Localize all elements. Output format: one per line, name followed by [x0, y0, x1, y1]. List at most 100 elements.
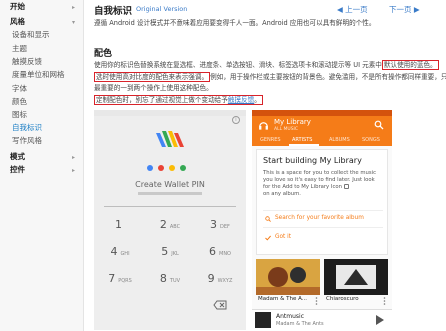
key-letters: DEF: [220, 224, 230, 230]
pin-input-line[interactable]: [104, 206, 236, 207]
key-letters: GHI: [120, 251, 130, 257]
headphones-icon[interactable]: [258, 120, 269, 131]
key-content: 9 WXYZ: [208, 272, 233, 285]
key-content: 1: [115, 218, 125, 231]
album-tile-label: Madam & The A...: [258, 296, 308, 302]
now-playing-bar[interactable]: Antmusic Madam & The Ants: [252, 309, 392, 330]
album-tile[interactable]: Madam & The A...: [256, 259, 320, 305]
more-vert-icon[interactable]: [383, 297, 386, 305]
sidebar-item-label: 设备和显示: [12, 30, 50, 39]
tab-albums[interactable]: ALBUMS: [329, 137, 350, 143]
play-icon[interactable]: [376, 315, 384, 325]
keypad-key[interactable]: 6 MNO: [195, 239, 245, 265]
card-title: Start building My Library: [263, 156, 362, 165]
para2-b: 。: [254, 96, 261, 104]
album-art: [256, 259, 320, 295]
now-playing-artist: Madam & The Ants: [276, 321, 324, 327]
sidebar-item[interactable]: 风格: [10, 17, 25, 27]
music-subtitle[interactable]: ALL MUSIC: [274, 127, 298, 132]
key-content: 4 GHI: [110, 245, 129, 258]
search-icon: [265, 216, 271, 222]
sidebar-item[interactable]: 自我标识: [12, 123, 42, 133]
search-icon[interactable]: [374, 120, 384, 130]
card-body-line: on any album.: [263, 191, 301, 197]
key-digit: 3: [210, 218, 218, 231]
key-digit: 2: [159, 218, 167, 231]
key-letters: PQRS: [118, 278, 132, 284]
tab-artists[interactable]: ARTISTS: [292, 137, 312, 143]
key-letters: TUV: [169, 278, 181, 284]
next-page-label[interactable]: 下一页: [389, 5, 412, 14]
card-divider: [263, 210, 383, 211]
status-bar: [94, 110, 246, 116]
para2-a: 定制配色时，别忘了通过视觉上做个变动给予: [96, 96, 228, 104]
sidebar-item[interactable]: 写作风格: [12, 136, 42, 146]
prev-page-link[interactable]: ◀ 上一页: [337, 4, 368, 15]
album-art: [324, 259, 388, 295]
wallet-screenshot: i Create Wallet PIN 1 2 ABC 3 DEF 4 GHI 5 JKL 6 MN…: [94, 110, 246, 330]
active-tab-indicator: [289, 144, 319, 146]
sidebar-item[interactable]: 图标: [12, 110, 27, 120]
key-digit: 8: [159, 272, 167, 285]
card-body: This is a space for you to collect the m…: [263, 170, 376, 198]
sidebar-item[interactable]: 字体: [12, 84, 27, 94]
para1-a: 使用你的标识色替换系统在复选框、进度条、单选按钮、滑块、标签选项卡和滚动提示等 …: [94, 61, 382, 69]
highlight-contrast: 选时使用高对比度的配色来表示强调。: [94, 72, 211, 82]
now-playing-art: [255, 312, 271, 328]
key-letters: MNO: [219, 251, 231, 257]
card-body-line: for the Add to My Library Icon: [263, 184, 376, 191]
tab-genres[interactable]: GENRES: [260, 137, 281, 143]
tab-songs[interactable]: SONGS: [362, 137, 380, 143]
sidebar-item[interactable]: 触摸反馈: [12, 57, 42, 67]
more-vert-icon[interactable]: [315, 297, 318, 305]
section-title: 配色: [94, 49, 113, 59]
keypad-key[interactable]: 3 DEF: [195, 212, 245, 238]
keypad-key[interactable]: 1: [95, 212, 145, 238]
pin-dot: [158, 165, 164, 171]
original-version-link[interactable]: Original Version: [136, 5, 187, 13]
page-title: 自我标识: [94, 6, 133, 17]
keypad-key[interactable]: 2 ABC: [145, 212, 195, 238]
sidebar-item[interactable]: 设备和显示: [12, 30, 50, 40]
sidebar-item[interactable]: 模式: [10, 152, 25, 162]
backspace-icon: [213, 300, 227, 310]
search-album-button[interactable]: Search for your favorite album: [275, 215, 364, 221]
touch-feedback-link[interactable]: 触摸反馈: [228, 96, 254, 104]
keypad-key[interactable]: 5 JKL: [145, 239, 195, 265]
prev-page-label[interactable]: 上一页: [345, 5, 368, 14]
pin-dot: [147, 165, 153, 171]
key-content: 5 JKL: [161, 245, 179, 258]
sidebar-item[interactable]: 颜色: [12, 97, 27, 107]
key-letters: ABC: [169, 224, 181, 230]
sidebar-item-label: 写作风格: [12, 136, 42, 145]
pin-dot: [169, 165, 175, 171]
keypad-key[interactable]: 7 PQRS: [95, 266, 145, 292]
got-it-button[interactable]: Got it: [275, 234, 291, 240]
sidebar-item[interactable]: 度量单位和网格: [12, 70, 65, 80]
create-pin-label: Create Wallet PIN: [135, 180, 205, 189]
sidebar-item[interactable]: 控件: [10, 165, 25, 175]
backspace-key[interactable]: [195, 293, 245, 319]
album-tile[interactable]: Chiaroscuro: [324, 259, 388, 305]
chevron-down-icon[interactable]: ▾: [72, 19, 75, 26]
keypad-key[interactable]: 8 TUV: [145, 266, 195, 292]
next-page-link[interactable]: 下一页 ▶: [389, 4, 420, 15]
info-icon[interactable]: i: [232, 116, 240, 124]
para1-line2: 选时使用高对比度的配色来表示强调。 例如，用于操作栏或主要按钮的背景色。避免滥用，…: [94, 72, 446, 83]
para1-line3: 最重要的一到两个操作上使用这种配色。: [94, 84, 213, 92]
pin-subtitle-bar: [138, 192, 202, 195]
music-screenshot: My Library ALL MUSIC GENRES ARTISTS ALBU…: [252, 110, 392, 330]
para2: 定制配色时，别忘了通过视觉上做个变动给予触摸反馈。: [94, 95, 263, 106]
music-toolbar: My Library ALL MUSIC: [252, 116, 392, 134]
keypad-key[interactable]: 9 WXYZ: [195, 266, 245, 292]
sidebar-item[interactable]: 主题: [12, 44, 27, 54]
chevron-right-icon[interactable]: ▸: [72, 4, 75, 11]
chevron-right-icon[interactable]: ▸: [72, 167, 75, 174]
sidebar-item[interactable]: 开始: [10, 2, 25, 12]
key-digit: 4: [110, 245, 118, 258]
wallet-logo-icon: [156, 131, 184, 147]
album-tiles: Madam & The A... Chiaroscuro: [256, 259, 388, 305]
chevron-right-icon[interactable]: ▸: [72, 154, 75, 161]
keypad-key[interactable]: 4 GHI: [95, 239, 145, 265]
sidebar-item-label: 度量单位和网格: [12, 70, 65, 79]
